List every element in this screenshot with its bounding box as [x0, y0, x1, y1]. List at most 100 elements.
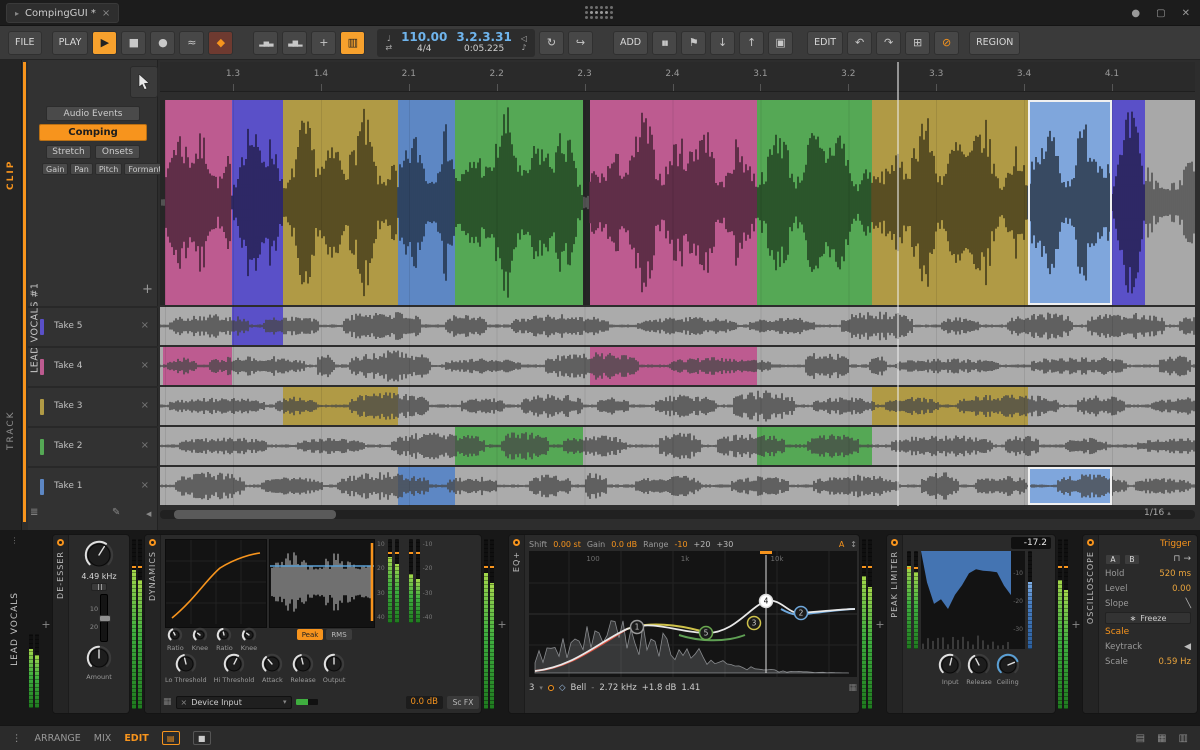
- view-mix[interactable]: MIX: [94, 733, 112, 744]
- add-device-button[interactable]: +: [874, 534, 886, 714]
- frequency-knob[interactable]: [84, 540, 114, 570]
- power-button[interactable]: [1087, 539, 1094, 546]
- chevron-down-icon[interactable]: ▾: [539, 684, 543, 692]
- gain-button[interactable]: Gain: [42, 163, 69, 175]
- keytrack-icon[interactable]: ◀: [1184, 642, 1191, 652]
- copy-button[interactable]: ⊞: [905, 30, 931, 55]
- clear-icon[interactable]: ×: [181, 698, 188, 707]
- view-edit[interactable]: EDIT: [124, 733, 148, 744]
- power-button[interactable]: [891, 539, 898, 546]
- device-deesser[interactable]: DE-ESSER 4.49 kHz 10 20 Amount: [52, 534, 130, 714]
- limiter-readout[interactable]: -17.2: [1011, 537, 1051, 549]
- slider-thumb[interactable]: [99, 615, 112, 622]
- add-device-button[interactable]: +: [40, 534, 52, 714]
- scrollbar-thumb[interactable]: [174, 510, 336, 519]
- take-delete-button[interactable]: ×: [141, 320, 149, 331]
- take-label[interactable]: Take 3: [54, 401, 83, 411]
- ratio-knob[interactable]: [167, 627, 183, 643]
- scroll-left-icon[interactable]: ◀: [146, 510, 151, 518]
- band-index[interactable]: 3: [529, 683, 534, 693]
- band-shape-icon[interactable]: ◇: [559, 683, 566, 693]
- output-knob[interactable]: [323, 653, 345, 675]
- knee-knob[interactable]: [241, 627, 257, 643]
- add-device-button[interactable]: +: [1070, 534, 1082, 714]
- onsets-button[interactable]: Onsets: [95, 145, 140, 159]
- add-take-button[interactable]: +: [142, 282, 153, 297]
- eq-curve-display[interactable]: 100 1k 10k 1 5 3 4 2: [529, 551, 857, 680]
- range-option[interactable]: +20: [694, 540, 711, 549]
- band-gain-value[interactable]: +1.8 dB: [642, 683, 677, 693]
- lo-threshold-knob[interactable]: [175, 653, 197, 675]
- peak-mode-button[interactable]: Peak: [297, 629, 323, 640]
- device-peak-limiter[interactable]: PEAK LIMITER -17.2 -10 -20 -30 Input Relea…: [886, 534, 1056, 714]
- audio-events-button[interactable]: Audio Events: [46, 106, 140, 121]
- onscreen-keyboard-icon[interactable]: ▤: [1136, 733, 1145, 744]
- routing-icon[interactable]: ≣: [30, 507, 38, 518]
- position-value[interactable]: 3.2.3.31: [456, 31, 511, 43]
- metronome-icon[interactable]: ♩: [387, 34, 391, 43]
- window-dot-button[interactable]: ●: [1131, 8, 1140, 19]
- edit-menu-button[interactable]: EDIT: [807, 30, 844, 55]
- sidechain-input-select[interactable]: × Device Input ▾: [175, 695, 292, 709]
- marker-button[interactable]: ⚑: [681, 30, 707, 55]
- release-knob[interactable]: [967, 653, 991, 677]
- band-frequency-value[interactable]: 2.72 kHz: [599, 683, 636, 693]
- tempo-display[interactable]: 110.00 4/4: [401, 31, 447, 55]
- osc-scale-value[interactable]: 0.59 Hz: [1159, 657, 1191, 667]
- band-type-value[interactable]: Bell: [570, 683, 586, 693]
- note-view-toggle[interactable]: ■: [192, 731, 211, 745]
- take-label[interactable]: Take 5: [54, 321, 83, 331]
- frequency-value[interactable]: 4.49 kHz: [81, 572, 116, 581]
- threshold-slider[interactable]: [99, 594, 112, 642]
- export-button[interactable]: ↑: [739, 30, 765, 55]
- comp-tool-button[interactable]: ▥: [340, 30, 366, 55]
- take-header[interactable]: Take 2 ×: [28, 426, 158, 464]
- take-lane[interactable]: [159, 427, 1195, 465]
- time-value[interactable]: 0:05.225: [464, 43, 504, 55]
- position-display[interactable]: 3.2.3.31 0:05.225: [456, 31, 511, 55]
- play-menu-button[interactable]: PLAY: [51, 30, 89, 55]
- wave-tool-b-button[interactable]: ▃▆▂: [282, 30, 308, 55]
- source-b-button[interactable]: B: [1124, 553, 1140, 565]
- pitch-button[interactable]: Pitch: [94, 163, 123, 175]
- wave-tool-a-button[interactable]: ▂▅▃: [253, 30, 279, 55]
- hold-value[interactable]: 520 ms: [1159, 569, 1191, 579]
- gain-value[interactable]: 0.0 dB: [611, 540, 637, 549]
- move-tool-button[interactable]: +: [311, 30, 337, 55]
- gain-scope-display[interactable]: [269, 539, 375, 628]
- status-menu-icon[interactable]: ⋮: [12, 733, 22, 744]
- play-button[interactable]: ▶: [92, 30, 118, 55]
- power-button[interactable]: [57, 539, 64, 546]
- take-delete-button[interactable]: ×: [141, 480, 149, 491]
- take-lane[interactable]: [159, 467, 1195, 505]
- sidechain-grid-icon[interactable]: ▦: [163, 697, 172, 707]
- level-value[interactable]: 0.00: [1172, 584, 1191, 594]
- updown-icon[interactable]: ↕: [850, 540, 857, 549]
- pan-button[interactable]: Pan: [70, 163, 93, 175]
- range-option[interactable]: +30: [716, 540, 733, 549]
- ratio-knob[interactable]: [216, 627, 232, 643]
- power-button[interactable]: [513, 539, 520, 546]
- hi-threshold-knob[interactable]: [223, 653, 245, 675]
- device-dynamics[interactable]: DYNAMICS 10 20 30 40 -10 -20 -30 -40 Ratio Kne…: [144, 534, 482, 714]
- release-knob[interactable]: [292, 653, 314, 675]
- chevron-up-icon[interactable]: ▴: [1167, 509, 1171, 517]
- slope-icon[interactable]: ╲: [1186, 599, 1191, 609]
- take-header[interactable]: Take 3 ×: [28, 386, 158, 424]
- import-button[interactable]: ↓: [710, 30, 736, 55]
- take-delete-button[interactable]: ×: [141, 360, 149, 371]
- add-device-button[interactable]: +: [496, 534, 508, 714]
- drag-handle-icon[interactable]: ⋮: [2, 536, 28, 545]
- automation-write-button[interactable]: ≈: [179, 30, 205, 55]
- layout-bars-button[interactable]: ▮▮: [652, 30, 678, 55]
- window-close-button[interactable]: ✕: [1182, 8, 1190, 19]
- comp-lane[interactable]: [160, 100, 1195, 305]
- rms-mode-button[interactable]: RMS: [326, 629, 352, 640]
- shuffle-icon[interactable]: ⇄: [385, 43, 392, 52]
- source-a-button[interactable]: A: [1105, 553, 1121, 565]
- tab-close-icon[interactable]: ×: [102, 8, 110, 19]
- grid-resolution-value[interactable]: 1/16: [1144, 508, 1164, 518]
- take-delete-button[interactable]: ×: [141, 440, 149, 451]
- knee-knob[interactable]: [192, 627, 208, 643]
- take-header[interactable]: Take 4 ×: [28, 346, 158, 384]
